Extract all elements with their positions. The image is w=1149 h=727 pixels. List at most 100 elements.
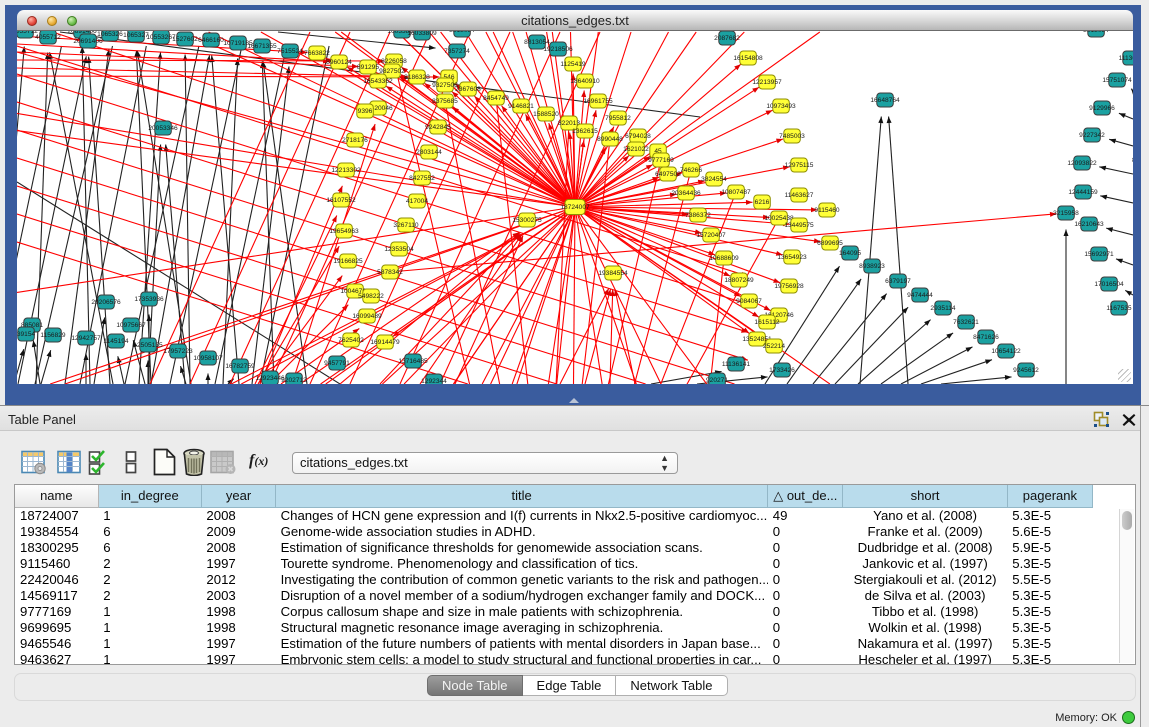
svg-text:1156829: 1156829	[40, 332, 66, 339]
svg-text:16033809: 16033809	[407, 31, 437, 37]
svg-text:10973493: 10973493	[766, 103, 796, 110]
svg-text:16099489: 16099489	[352, 313, 382, 320]
svg-text:13716485: 13716485	[398, 358, 428, 365]
svg-text:3824554: 3824554	[701, 176, 727, 183]
svg-text:1621022: 1621022	[623, 146, 649, 153]
svg-text:16648764: 16648764	[870, 97, 900, 104]
svg-text:1065327: 1065327	[123, 32, 149, 39]
svg-text:13449575: 13449575	[784, 222, 814, 229]
svg-text:8938923: 8938923	[859, 263, 885, 270]
svg-text:1145194: 1145194	[103, 338, 129, 345]
svg-text:746266: 746266	[680, 167, 702, 174]
svg-text:1615112: 1615112	[754, 319, 780, 326]
svg-text:10807487: 10807487	[721, 189, 751, 196]
svg-text:7955812: 7955812	[605, 115, 631, 122]
svg-text:9202713: 9202713	[281, 377, 307, 384]
svg-text:16671355: 16671355	[247, 43, 277, 50]
svg-text:8960124: 8960124	[326, 59, 352, 66]
svg-text:11136141: 11136141	[722, 361, 751, 368]
svg-text:1588520: 1588520	[533, 111, 559, 118]
svg-text:8454749: 8454749	[483, 95, 509, 102]
svg-text:12505135: 12505135	[133, 342, 163, 349]
svg-text:7386372: 7386372	[685, 212, 711, 219]
svg-text:15720407: 15720407	[696, 232, 726, 239]
svg-text:7485003: 7485003	[779, 133, 805, 140]
svg-text:9227342: 9227342	[1079, 132, 1105, 139]
svg-text:6794028: 6794028	[625, 133, 651, 140]
svg-text:20364436: 20364436	[671, 190, 701, 197]
svg-text:2367608: 2367608	[455, 86, 481, 93]
svg-text:9242845: 9242845	[425, 124, 451, 131]
svg-text:20206576: 20206576	[91, 299, 121, 306]
svg-text:12213957: 12213957	[752, 79, 782, 86]
svg-text:10025438: 10025438	[764, 215, 794, 222]
svg-text:15751074: 15751074	[1102, 77, 1132, 84]
svg-text:16961755: 16961755	[583, 98, 613, 105]
svg-text:19166825: 19166825	[333, 258, 363, 265]
svg-text:6466160: 6466160	[198, 37, 224, 44]
svg-text:9777169: 9777169	[648, 157, 674, 164]
svg-text:252214: 252214	[763, 343, 785, 350]
svg-text:9146821: 9146821	[508, 103, 534, 110]
svg-text:16210643: 16210643	[1074, 221, 1104, 228]
svg-text:7632621: 7632621	[953, 319, 979, 326]
svg-text:16914479: 16914479	[370, 339, 400, 346]
svg-text:891295: 891295	[357, 64, 379, 71]
svg-text:12975115: 12975115	[785, 162, 814, 169]
svg-text:7625402: 7625402	[338, 337, 364, 344]
svg-text:39154: 39154	[17, 331, 35, 338]
svg-text:9396: 9396	[358, 108, 373, 115]
svg-text:1362615: 1362615	[572, 128, 598, 135]
svg-text:2718176: 2718176	[342, 137, 368, 144]
svg-text:920271: 920271	[706, 377, 728, 384]
svg-text:1292344: 1292344	[421, 378, 447, 384]
svg-text:1332541: 1332541	[1132, 87, 1133, 94]
svg-text:8813054: 8813054	[524, 39, 550, 46]
svg-text:8990448: 8990448	[597, 136, 623, 143]
svg-text:9474444: 9474444	[907, 292, 933, 299]
svg-text:17353936: 17353936	[134, 296, 164, 303]
svg-text:16543362: 16543362	[363, 78, 393, 85]
svg-text:9245612: 9245612	[1013, 367, 1039, 374]
svg-text:5498222: 5498222	[358, 293, 384, 300]
svg-text:12353504: 12353504	[384, 246, 414, 253]
svg-text:20053346: 20053346	[148, 125, 178, 132]
svg-text:8813054: 8813054	[1083, 31, 1109, 34]
svg-text:18640910: 18640910	[570, 78, 600, 85]
svg-text:1733426: 1733426	[769, 367, 795, 374]
svg-text:2935114: 2935114	[930, 305, 956, 312]
svg-text:7357274: 7357274	[444, 48, 470, 55]
svg-text:822013: 822013	[1132, 157, 1133, 164]
svg-text:1113054: 1113054	[1119, 55, 1133, 62]
svg-text:9084067: 9084067	[736, 298, 762, 305]
svg-text:19654963: 19654963	[329, 228, 359, 235]
svg-text:7515524: 7515524	[277, 48, 303, 55]
svg-text:10975667: 10975667	[116, 322, 146, 329]
svg-text:1065326: 1065326	[97, 31, 123, 38]
svg-text:8813054: 8813054	[449, 31, 475, 34]
svg-text:16154808: 16154808	[733, 55, 763, 62]
svg-text:12213302: 12213302	[331, 167, 361, 174]
svg-text:1125419: 1125419	[560, 61, 586, 68]
svg-text:18807249: 18807249	[724, 277, 754, 284]
svg-text:8186328: 8186328	[404, 74, 430, 81]
svg-text:12093822: 12093822	[1067, 160, 1097, 167]
svg-text:19756928: 19756928	[774, 283, 804, 290]
svg-text:8375685: 8375685	[432, 98, 458, 105]
svg-text:13654923: 13654923	[777, 254, 807, 261]
svg-text:6216: 6216	[755, 199, 770, 206]
svg-text:11463627: 11463627	[785, 192, 814, 199]
svg-text:3267110: 3267110	[393, 222, 419, 229]
svg-text:18724007: 18724007	[560, 204, 590, 211]
svg-text:16782759: 16782759	[225, 363, 255, 370]
svg-text:8427552: 8427552	[409, 175, 435, 182]
svg-text:15300275: 15300275	[512, 217, 542, 224]
svg-text:9129966: 9129966	[1089, 105, 1115, 112]
svg-text:8471626: 8471626	[973, 334, 999, 341]
svg-text:6379197: 6379197	[885, 278, 911, 285]
svg-text:1527602: 1527602	[172, 36, 198, 43]
svg-text:10688609: 10688609	[709, 255, 739, 262]
svg-text:7663822: 7663822	[304, 50, 330, 57]
svg-text:15692971: 15692971	[1084, 251, 1114, 258]
svg-text:9457791: 9457791	[324, 360, 350, 367]
